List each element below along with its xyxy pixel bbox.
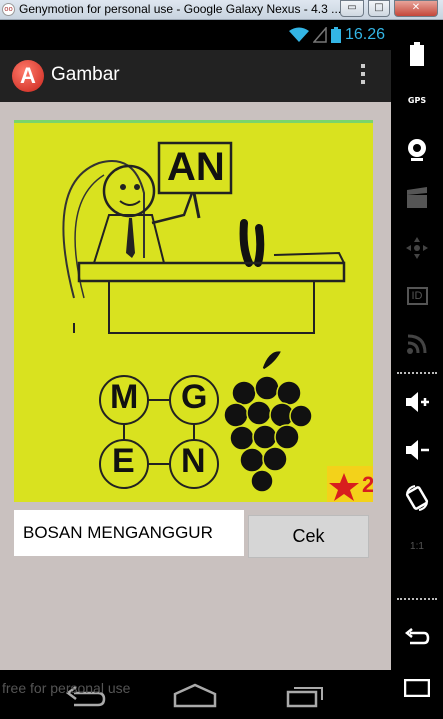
page-title: Gambar [51, 64, 120, 85]
puzzle-image: AN M G E N 2 [14, 120, 373, 502]
gps-button[interactable]: GPS [391, 80, 443, 120]
webcam-icon [408, 139, 426, 161]
gps-icon: GPS [407, 95, 427, 105]
window-titlebar: oo Genymotion for personal use - Google … [0, 0, 443, 20]
letter-g: G [181, 378, 208, 416]
emulator-back-button[interactable] [391, 616, 443, 656]
device-screen: 16.26 A Gambar AN M G E N BOSAN MENGANGG… [0, 20, 391, 719]
emulator-menu-button[interactable] [391, 668, 443, 708]
battery-icon [330, 27, 341, 43]
grapes-icon [223, 349, 313, 493]
volume-down-icon [406, 440, 429, 460]
wifi-icon [288, 27, 309, 42]
action-bar: A Gambar [0, 50, 391, 102]
rotate-button[interactable] [391, 478, 443, 518]
scale-icon: 1:1 [410, 540, 424, 552]
dpad-button[interactable] [391, 228, 443, 268]
signal-icon [312, 27, 327, 43]
maximize-button[interactable]: □ [368, 0, 390, 17]
rss-icon [407, 334, 427, 354]
emulator-toolbar: GPS ID 1:1 [391, 20, 443, 719]
genymotion-logo-icon: oo [2, 3, 15, 16]
overflow-menu-icon[interactable] [359, 64, 367, 88]
sign-text: AN [167, 145, 225, 189]
home-icon[interactable] [170, 680, 220, 710]
battery-button[interactable] [391, 34, 443, 74]
volume-down-button[interactable] [391, 430, 443, 470]
check-button[interactable]: Cek [248, 515, 369, 558]
rotate-icon [405, 485, 429, 511]
video-button[interactable] [391, 178, 443, 218]
network-button[interactable] [391, 324, 443, 364]
volume-up-icon [406, 392, 429, 412]
minimize-button[interactable]: ▭ [340, 0, 364, 17]
close-button[interactable]: ✕ [394, 0, 438, 17]
battery-icon [410, 42, 424, 66]
menu-icon [404, 679, 430, 697]
watermark-text: free for personal use [2, 680, 131, 696]
status-bar: 16.26 [0, 20, 391, 50]
app-logo-icon[interactable]: A [12, 60, 44, 92]
volume-up-button[interactable] [391, 382, 443, 422]
letter-n: N [181, 442, 206, 480]
window-title: Genymotion for personal use - Google Gal… [19, 2, 342, 16]
recent-apps-icon[interactable] [280, 680, 330, 710]
answer-input[interactable] [14, 510, 244, 556]
letter-e: E [112, 442, 135, 480]
level-badge: 2 [362, 472, 373, 498]
dpad-icon [406, 237, 428, 259]
status-clock: 16.26 [344, 26, 385, 43]
device-id-button[interactable]: ID [391, 276, 443, 316]
pixel-scale-button[interactable]: 1:1 [391, 526, 443, 566]
letter-m: M [110, 378, 139, 416]
back-icon [404, 628, 430, 645]
id-icon: ID [406, 287, 428, 305]
webcam-button[interactable] [391, 130, 443, 170]
video-clapper-icon [407, 187, 427, 208]
